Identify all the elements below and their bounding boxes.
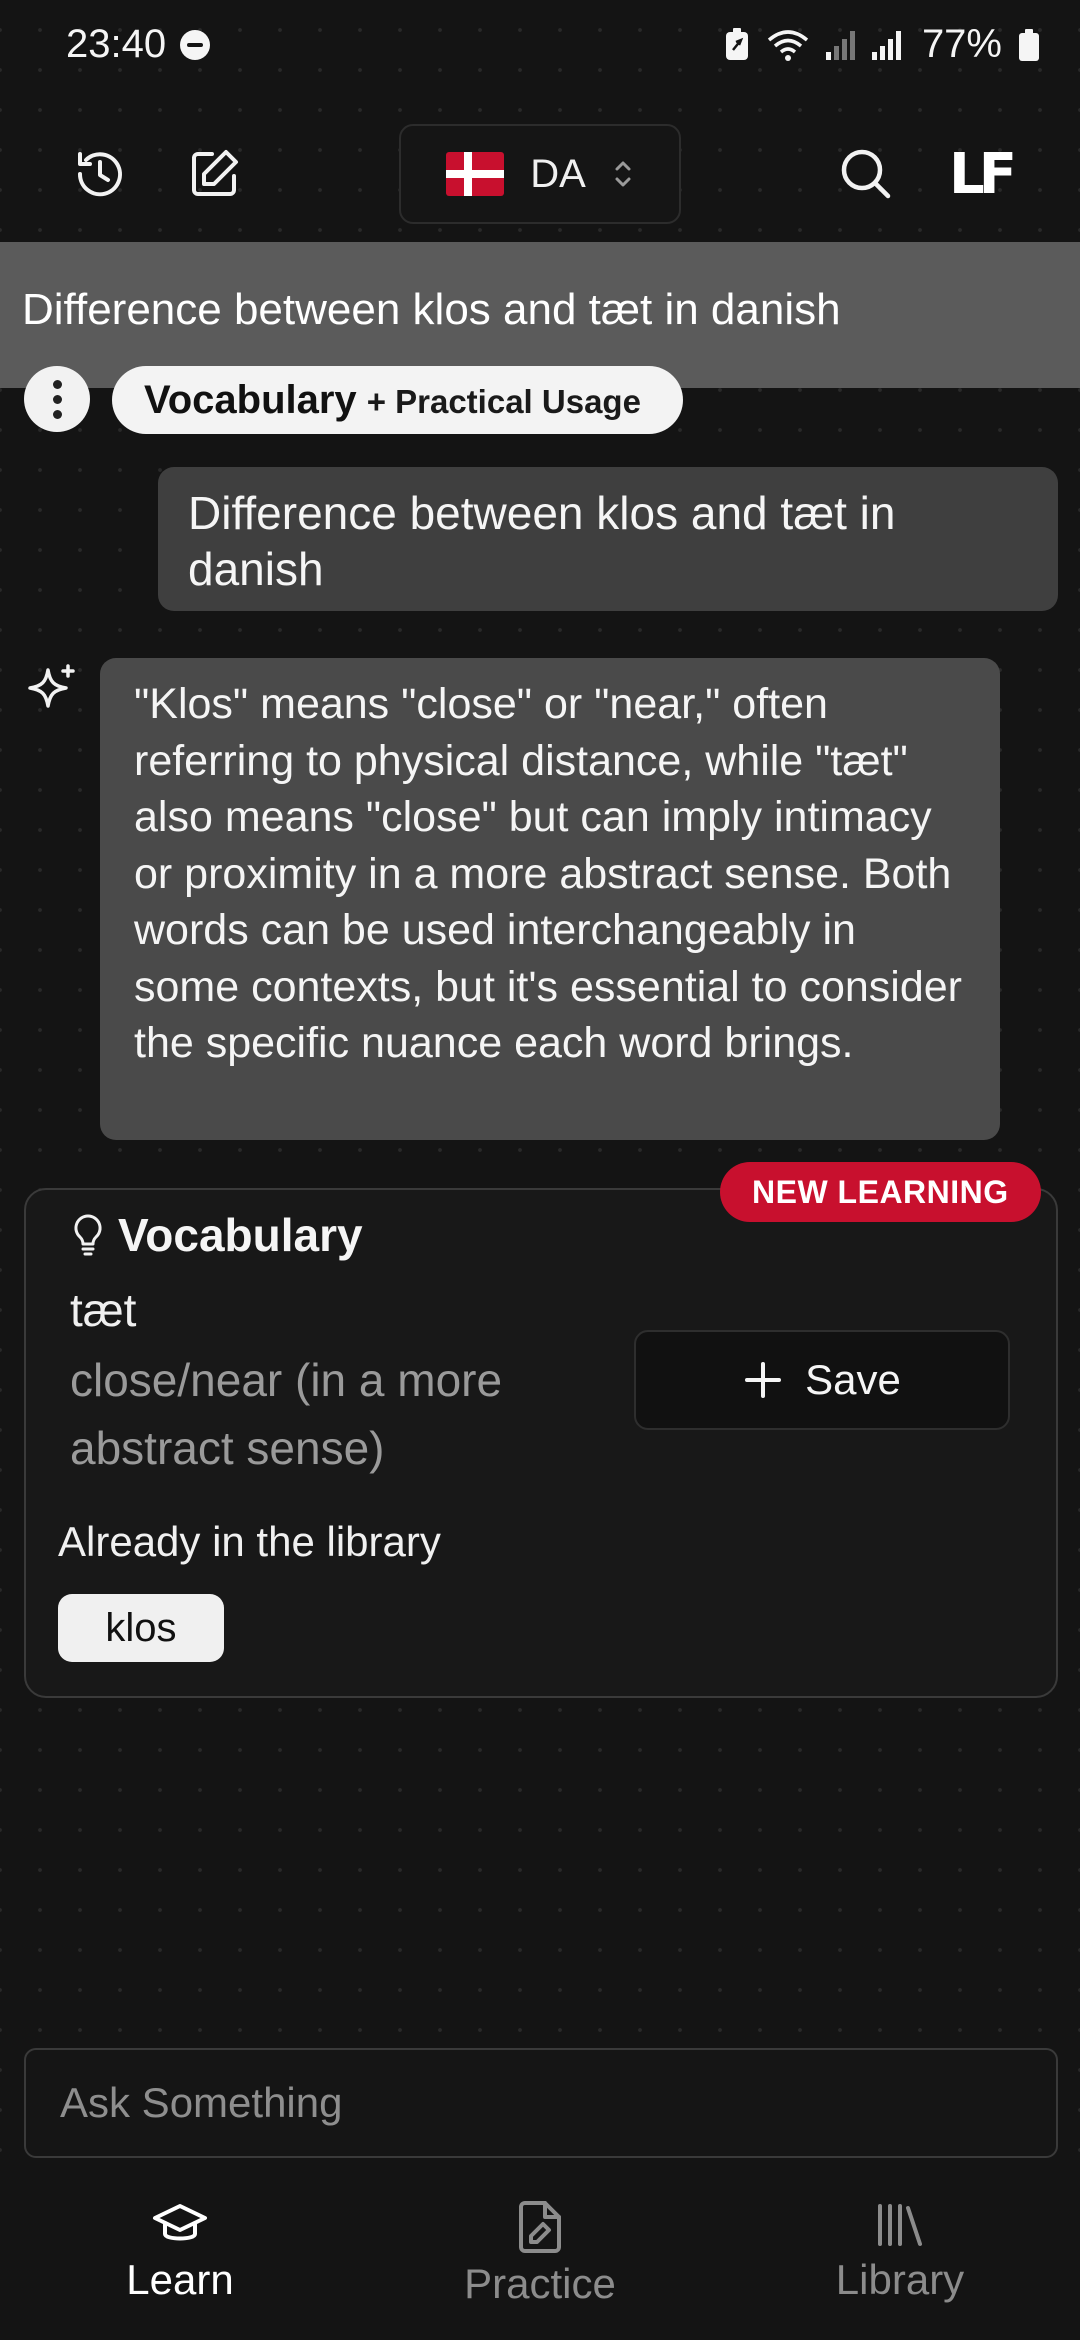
ask-input[interactable]: [60, 2079, 1022, 2127]
signal-roaming-icon: [871, 30, 901, 60]
clock: 23:40: [66, 22, 167, 66]
library-icon: [878, 2204, 922, 2246]
battery-percent: 77%: [921, 22, 1002, 66]
nav-item-learn[interactable]: Learn: [50, 2200, 310, 2304]
plus-icon: [745, 1362, 782, 1398]
history-button[interactable]: [60, 134, 140, 214]
lightbulb-icon: [74, 1214, 102, 1256]
conversation-title: Difference between klos and tæt in danis…: [22, 285, 841, 334]
vocabulary-card-title-text: Vocabulary: [118, 1209, 363, 1261]
library-word-chip[interactable]: klos: [58, 1594, 224, 1662]
app-logo: LF: [949, 141, 1017, 207]
search-icon: [841, 149, 891, 199]
status-icons: 77%: [724, 22, 1040, 67]
chevron-up-down-icon: [615, 161, 631, 187]
profile-logo-button[interactable]: LF: [940, 134, 1020, 214]
file-edit-icon: [519, 2201, 561, 2253]
ai-message-bubble: "Klos" means "close" or "near," often re…: [100, 658, 1000, 1140]
topic-chip-sub: + Practical Usage: [366, 383, 641, 420]
graduation-cap-icon: [153, 2204, 207, 2241]
do-not-disturb-icon: [180, 29, 211, 60]
new-chat-button[interactable]: [174, 134, 254, 214]
dot: [52, 379, 62, 389]
language-code: DA: [530, 151, 586, 196]
vocab-meaning: close/near (in a more abstract sense): [70, 1354, 503, 1474]
topic-chip-main: Vocabulary: [144, 378, 357, 422]
more-options-button[interactable]: [24, 366, 90, 432]
user-message-bubble: Difference between klos and tæt in danis…: [158, 467, 1058, 611]
danish-flag-icon: [446, 152, 505, 196]
wifi-icon: [767, 29, 809, 61]
save-word-button[interactable]: Save: [634, 1330, 1010, 1430]
status-time: 23:40: [66, 22, 211, 67]
already-in-library-label: Already in the library: [58, 1518, 441, 1565]
save-word-button-label: Save: [805, 1356, 901, 1403]
ai-sparkle-icon: [22, 662, 80, 725]
search-button[interactable]: [826, 134, 906, 214]
nav-item-label: Library: [835, 2256, 965, 2303]
ask-input-container[interactable]: [24, 2048, 1058, 2158]
dot: [52, 409, 62, 419]
vocabulary-card-title: Vocabulary: [72, 1208, 363, 1262]
signal-weak-icon: [825, 30, 855, 60]
history-icon: [77, 152, 122, 197]
language-selector[interactable]: DA: [399, 124, 681, 224]
nav-item-label: Practice: [464, 2260, 616, 2307]
battery-saver-icon: [725, 27, 748, 60]
nav-item-library[interactable]: Library: [770, 2200, 1030, 2304]
vocab-word: tæt: [70, 1284, 137, 1336]
battery-icon: [1019, 28, 1039, 61]
edit-icon: [192, 150, 238, 196]
dot: [52, 394, 62, 404]
topic-chip[interactable]: Vocabulary + Practical Usage: [112, 366, 683, 434]
nav-item-label: Learn: [126, 2256, 234, 2303]
nav-item-practice[interactable]: Practice: [410, 2200, 670, 2308]
new-learning-badge: NEW LEARNING: [720, 1162, 1041, 1222]
